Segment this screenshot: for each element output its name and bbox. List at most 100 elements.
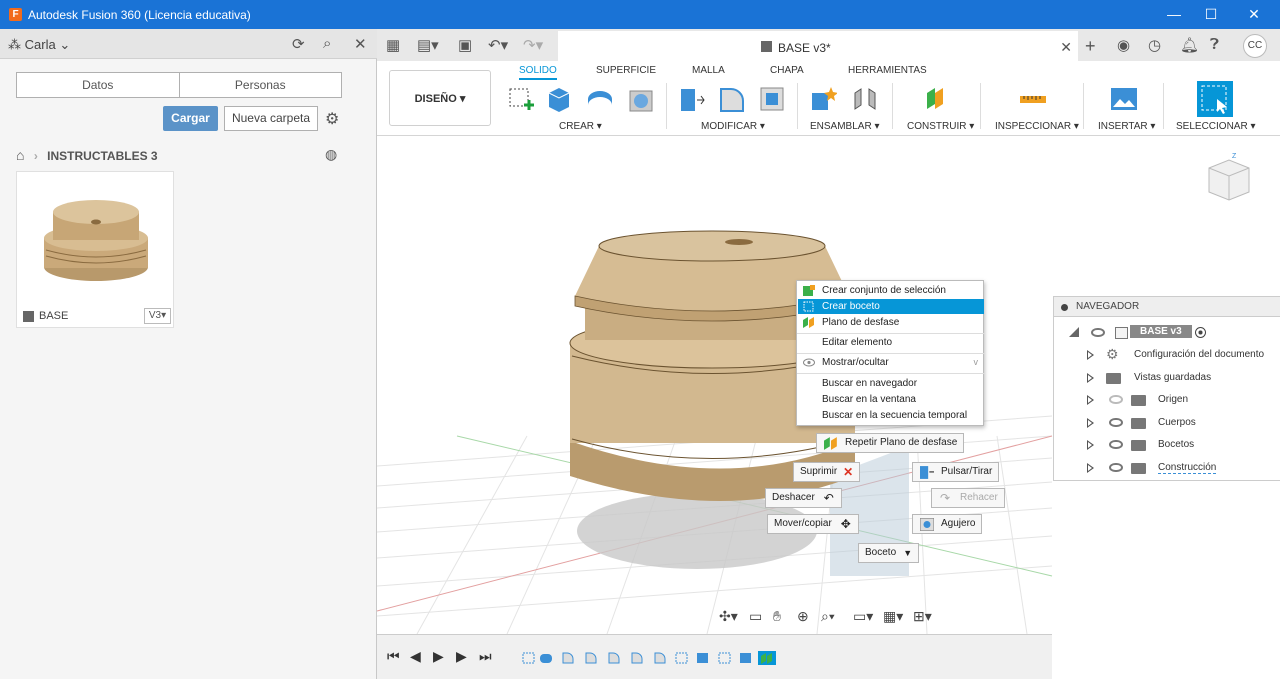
press-pull-icon[interactable] — [677, 85, 705, 113]
select-icon[interactable] — [1197, 81, 1233, 117]
fit-zoom-icon[interactable]: ⌕▾ — [821, 608, 835, 625]
new-folder-button[interactable]: Nueva carpeta — [224, 106, 318, 131]
menu-item-crear-conjunto[interactable]: Crear conjunto de selección — [798, 283, 984, 298]
expand-arrow-icon[interactable] — [1087, 463, 1094, 473]
group-seleccionar[interactable]: SELECCIONAR ▾ — [1176, 121, 1255, 132]
offset-plane-icon[interactable] — [924, 85, 952, 113]
move-copy-button[interactable]: Mover/copiar ✥ — [767, 514, 859, 534]
eye-icon[interactable] — [1109, 440, 1123, 449]
eye-icon[interactable] — [1091, 328, 1105, 337]
undo-icon[interactable]: ↶▾ — [488, 36, 508, 54]
repeat-offset-plane-button[interactable]: Repetir Plano de desfase — [816, 433, 965, 453]
measure-icon[interactable] — [1019, 85, 1047, 113]
zoom-icon[interactable]: ⊕ — [797, 608, 809, 625]
file-icon[interactable]: ▤▾ — [417, 36, 439, 54]
viewports-icon[interactable]: ⊞▾ — [913, 608, 932, 625]
maximize-button[interactable]: ☐ — [1197, 4, 1225, 24]
delete-button[interactable]: Suprimir ✕ — [793, 462, 861, 482]
navigator-root[interactable]: BASE v3 — [1054, 323, 1280, 343]
minimize-button[interactable]: — — [1160, 4, 1188, 24]
expand-arrow-icon[interactable] — [1087, 418, 1094, 428]
group-modificar[interactable]: MODIFICAR ▾ — [701, 121, 765, 132]
look-at-icon[interactable]: ▭ — [749, 608, 762, 625]
eye-hidden-icon[interactable] — [1109, 395, 1123, 404]
refresh-icon[interactable]: ⟳ — [292, 35, 305, 53]
menu-item-buscar-ventana[interactable]: Buscar en la ventana — [798, 392, 984, 407]
navigator-item-origin[interactable]: Origen — [1054, 390, 1280, 410]
user-selector[interactable]: ⁂ Carla ⌄ — [8, 37, 70, 53]
navigator-header[interactable]: NAVEGADOR — [1054, 297, 1280, 317]
pan-hand-icon[interactable]: ✋︎ — [773, 608, 781, 625]
globe-icon[interactable]: ◍ — [325, 146, 337, 163]
new-tab-icon[interactable]: + — [1085, 36, 1096, 57]
undo-button[interactable]: Deshacer ↶ — [765, 488, 842, 508]
expand-arrow-icon[interactable] — [1087, 373, 1094, 383]
tab-solido[interactable]: SOLIDO — [519, 65, 557, 80]
group-crear[interactable]: CREAR ▾ — [559, 121, 602, 132]
fillet-icon[interactable] — [717, 85, 745, 113]
step-forward-icon[interactable]: ▶︎ — [456, 648, 467, 665]
tab-personas[interactable]: Personas — [180, 73, 342, 97]
expand-arrow-icon[interactable] — [1087, 440, 1094, 450]
expand-triangle-icon[interactable] — [1069, 327, 1079, 337]
sphere-icon[interactable] — [627, 85, 655, 113]
menu-item-plano-desfase[interactable]: Plano de desfase — [798, 315, 984, 330]
navigator-item-bodies[interactable]: Cuerpos — [1054, 413, 1280, 433]
avatar[interactable]: CC — [1243, 34, 1267, 58]
navigator-item-config[interactable]: ⚙ Configuración del documento — [1054, 345, 1280, 365]
create-sketch-icon[interactable] — [507, 85, 535, 113]
version-dropdown[interactable]: V3▾ — [144, 308, 171, 324]
notifications-icon[interactable]: 🔔︎ — [1180, 36, 1199, 54]
design-card[interactable]: BASE V3▾ — [16, 171, 174, 328]
orbit-icon[interactable]: ✣▾ — [719, 608, 738, 625]
upload-button[interactable]: Cargar — [163, 106, 218, 131]
close-panel-icon[interactable]: ✕ — [354, 35, 367, 53]
group-ensamblar[interactable]: ENSAMBLAR ▾ — [810, 121, 879, 132]
navigator-item-sketches[interactable]: Bocetos — [1054, 435, 1280, 455]
redo-button[interactable]: ↷ Rehacer — [931, 488, 1005, 508]
close-window-button[interactable]: ✕ — [1240, 4, 1268, 24]
eye-icon[interactable] — [1109, 463, 1123, 472]
grid-menu-icon[interactable]: ▦ — [386, 36, 400, 54]
gear-icon[interactable]: ⚙ — [325, 109, 339, 129]
search-icon[interactable]: ⌕ — [323, 35, 331, 52]
press-pull-button[interactable]: Pulsar/Tirar — [912, 462, 1000, 482]
new-component-icon[interactable] — [809, 85, 837, 113]
timeline-features[interactable] — [522, 651, 777, 665]
go-to-start-icon[interactable]: ⏮︎ — [387, 648, 400, 665]
shell-icon[interactable] — [758, 85, 786, 113]
home-icon[interactable]: ⌂ — [16, 147, 24, 163]
menu-item-crear-boceto[interactable]: Crear boceto — [798, 299, 984, 314]
document-tab[interactable]: BASE v3* ✕ — [558, 31, 1078, 61]
step-back-icon[interactable]: ◀︎ — [410, 648, 421, 665]
hole-button[interactable]: Agujero — [912, 514, 983, 534]
play-icon[interactable]: ▶︎ — [433, 648, 444, 665]
navigator-item-construction[interactable]: Construcción — [1054, 458, 1280, 478]
extensions-icon[interactable]: ◉ — [1117, 36, 1130, 54]
revolve-icon[interactable] — [586, 85, 614, 113]
expand-arrow-icon[interactable] — [1087, 395, 1094, 405]
group-construir[interactable]: CONSTRUIR ▾ — [907, 121, 974, 132]
redo-icon[interactable]: ↷▾ — [523, 36, 543, 54]
insert-image-icon[interactable] — [1110, 85, 1138, 113]
breadcrumb-project[interactable]: INSTRUCTABLES 3 — [47, 149, 157, 163]
joint-icon[interactable] — [851, 85, 879, 113]
tab-datos[interactable]: Datos — [17, 73, 180, 97]
extrude-icon[interactable] — [545, 85, 573, 113]
sketch-menu-button[interactable]: Boceto ▼ — [858, 543, 920, 563]
go-to-end-icon[interactable]: ⏭︎ — [479, 648, 492, 665]
activate-radio-icon[interactable] — [1195, 327, 1206, 338]
menu-item-buscar-secuencia[interactable]: Buscar en la secuencia temporal — [798, 408, 984, 423]
view-cube[interactable]: Z X — [1205, 150, 1253, 206]
collapse-dot-icon[interactable] — [1061, 304, 1068, 311]
navigator-item-views[interactable]: Vistas guardadas — [1054, 368, 1280, 388]
menu-item-buscar-navegador[interactable]: Buscar en navegador — [798, 376, 984, 391]
menu-item-mostrar-ocultar[interactable]: Mostrar/ocultar v — [798, 355, 984, 370]
tab-herramientas[interactable]: HERRAMIENTAS — [848, 65, 927, 76]
display-settings-icon[interactable]: ▭▾ — [853, 608, 873, 625]
tab-superficie[interactable]: SUPERFICIE — [596, 65, 656, 76]
job-status-icon[interactable]: ◷ — [1148, 36, 1161, 54]
group-inspeccionar[interactable]: INSPECCIONAR ▾ — [995, 121, 1079, 132]
tab-chapa[interactable]: CHAPA — [770, 65, 804, 76]
close-tab-icon[interactable]: ✕ — [1060, 39, 1072, 56]
